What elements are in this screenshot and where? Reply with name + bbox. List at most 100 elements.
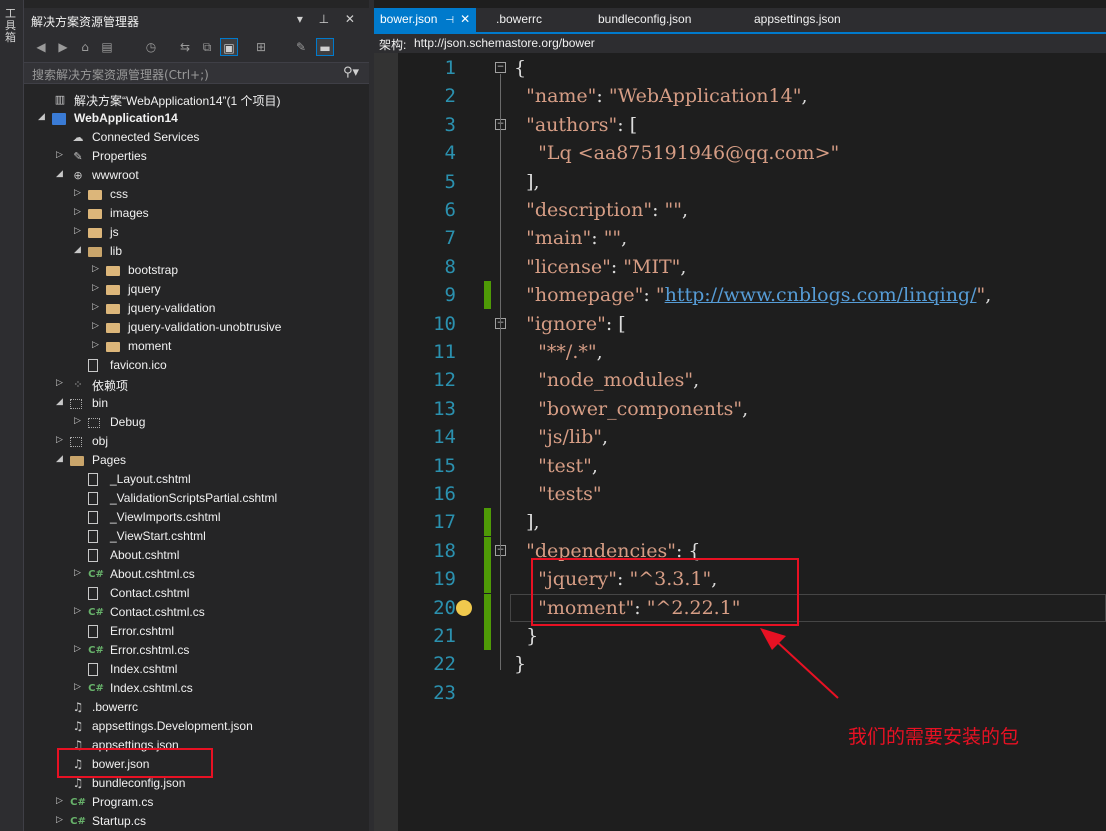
- home-icon[interactable]: ⌂: [76, 38, 94, 56]
- tree-item[interactable]: ◢ bin: [24, 394, 369, 413]
- code-line[interactable]: "test",: [514, 452, 598, 480]
- expand-arrow-icon[interactable]: ▷: [74, 207, 84, 217]
- tree-item[interactable]: About.cshtml: [24, 546, 369, 565]
- code-line[interactable]: "js/lib",: [514, 423, 608, 451]
- pin-icon[interactable]: ⊣: [445, 15, 454, 26]
- expand-arrow-icon[interactable]: ▷: [92, 283, 102, 293]
- collapse-arrow-icon[interactable]: ◢: [56, 169, 66, 179]
- tab-label[interactable]: .bowerrc: [496, 12, 542, 26]
- tree-item[interactable]: ▷ jquery-validation: [24, 299, 369, 318]
- code-line[interactable]: {: [514, 54, 526, 82]
- code-line[interactable]: "name": "WebApplication14",: [514, 82, 807, 110]
- tree-item[interactable]: ◢ ⊕ wwwroot: [24, 166, 369, 185]
- sync-icon[interactable]: ⇆: [176, 38, 194, 56]
- tab-bower-json[interactable]: bower.json ⊣ ✕: [374, 8, 477, 32]
- code-line[interactable]: ],: [514, 168, 539, 196]
- tree-item[interactable]: ♫ .bowerrc: [24, 698, 369, 717]
- tree-item[interactable]: Error.cshtml: [24, 622, 369, 641]
- collapse-arrow-icon[interactable]: ◢: [38, 112, 48, 122]
- pending-changes-icon[interactable]: ⊞: [252, 38, 270, 56]
- back-icon[interactable]: ◀: [32, 38, 50, 56]
- explorer-search[interactable]: 搜索解决方案资源管理器(Ctrl+;) ⚲▾: [24, 62, 369, 84]
- code-line[interactable]: "Lq <aa875191946@qq.com>": [514, 139, 839, 167]
- close-icon[interactable]: ✕: [460, 12, 470, 26]
- expand-arrow-icon[interactable]: ▷: [92, 264, 102, 274]
- code-line[interactable]: "description": "",: [514, 196, 688, 224]
- expand-arrow-icon[interactable]: ▷: [74, 226, 84, 236]
- code-area[interactable]: 1−{2 "name": "WebApplication14",3− "auth…: [374, 53, 1106, 831]
- tree-item[interactable]: ▷ ✎ Properties: [24, 147, 369, 166]
- expand-arrow-icon[interactable]: ▷: [74, 682, 84, 692]
- tree-item[interactable]: ♫ appsettings.Development.json: [24, 717, 369, 736]
- expand-arrow-icon[interactable]: ▷: [74, 644, 84, 654]
- tab-appsettings-json[interactable]: appsettings.json: [748, 8, 847, 32]
- expand-arrow-icon[interactable]: ▷: [92, 340, 102, 350]
- toolbox-strip[interactable]: 工具箱: [0, 0, 24, 831]
- tree-item[interactable]: ▥ 解决方案“WebApplication14”(1 个项目): [24, 90, 369, 109]
- code-line[interactable]: "**/.*",: [514, 338, 602, 366]
- expand-arrow-icon[interactable]: ▷: [92, 302, 102, 312]
- expand-arrow-icon[interactable]: ▷: [74, 188, 84, 198]
- tree-item[interactable]: _Layout.cshtml: [24, 470, 369, 489]
- tree-item[interactable]: ◢ Pages: [24, 451, 369, 470]
- expand-arrow-icon[interactable]: ▷: [56, 815, 66, 825]
- collapse-arrow-icon[interactable]: ◢: [56, 397, 66, 407]
- expand-arrow-icon[interactable]: ▷: [74, 606, 84, 616]
- expand-arrow-icon[interactable]: ▷: [56, 796, 66, 806]
- preview-selected-icon[interactable]: ▬: [316, 38, 334, 56]
- tree-item[interactable]: ▷ C# Program.cs: [24, 793, 369, 812]
- tree-item[interactable]: _ValidationScriptsPartial.cshtml: [24, 489, 369, 508]
- tree-item[interactable]: ▷ C# Index.cshtml.cs: [24, 679, 369, 698]
- tree-item[interactable]: ◢ lib: [24, 242, 369, 261]
- tree-item[interactable]: ▷ C# About.cshtml.cs: [24, 565, 369, 584]
- collapse-all-icon[interactable]: ⧉: [198, 38, 216, 56]
- history-icon[interactable]: ◷: [142, 38, 160, 56]
- properties-wrench-icon[interactable]: ✎: [292, 38, 310, 56]
- code-line[interactable]: "main": "",: [514, 224, 627, 252]
- tree-item[interactable]: ▷ obj: [24, 432, 369, 451]
- explorer-window-controls[interactable]: ▾ ⊥ ✕: [297, 12, 361, 26]
- code-line[interactable]: "homepage": "http://www.cnblogs.com/linq…: [514, 281, 991, 309]
- tree-item[interactable]: ▷ C# Error.cshtml.cs: [24, 641, 369, 660]
- tab-label[interactable]: bundleconfig.json: [598, 12, 691, 26]
- toolbox-label[interactable]: 工具箱: [5, 8, 19, 44]
- tree-item[interactable]: Contact.cshtml: [24, 584, 369, 603]
- expand-arrow-icon[interactable]: ▷: [92, 321, 102, 331]
- tree-item[interactable]: favicon.ico: [24, 356, 369, 375]
- expand-arrow-icon[interactable]: ▷: [56, 150, 66, 160]
- expand-arrow-icon[interactable]: ▷: [74, 568, 84, 578]
- tree-item[interactable]: _ViewImports.cshtml: [24, 508, 369, 527]
- tree-item[interactable]: ◢ WebApplication14: [24, 109, 369, 128]
- tree-item[interactable]: ▷ js: [24, 223, 369, 242]
- code-line[interactable]: "bower_components",: [514, 395, 748, 423]
- tree-item[interactable]: ▷ images: [24, 204, 369, 223]
- switch-views-icon[interactable]: ▤: [98, 38, 116, 56]
- search-icon[interactable]: ⚲▾: [343, 65, 359, 80]
- code-line[interactable]: "authors": [: [514, 111, 637, 139]
- tree-item[interactable]: ▷ moment: [24, 337, 369, 356]
- tab-bundleconfig-json[interactable]: bundleconfig.json: [592, 8, 697, 32]
- tree-item[interactable]: ▷ jquery-validation-unobtrusive: [24, 318, 369, 337]
- tree-item[interactable]: Index.cshtml: [24, 660, 369, 679]
- tree-item[interactable]: ▷ jquery: [24, 280, 369, 299]
- tab-bowerrc[interactable]: .bowerrc: [490, 8, 548, 32]
- explorer-search-placeholder[interactable]: 搜索解决方案资源管理器(Ctrl+;): [32, 66, 209, 83]
- tree-item[interactable]: ▷ ⁘ 依赖项: [24, 375, 369, 394]
- forward-icon[interactable]: ▶: [54, 38, 72, 56]
- schema-url[interactable]: http://json.schemastore.org/bower: [414, 36, 595, 50]
- code-line[interactable]: "tests": [514, 480, 602, 508]
- collapse-arrow-icon[interactable]: ◢: [56, 454, 66, 464]
- expand-arrow-icon[interactable]: ▷: [56, 378, 66, 388]
- tree-item[interactable]: _ViewStart.cshtml: [24, 527, 369, 546]
- collapse-icon[interactable]: −: [495, 62, 506, 73]
- tab-label[interactable]: bower.json: [380, 12, 437, 26]
- expand-arrow-icon[interactable]: ▷: [74, 416, 84, 426]
- tree-item[interactable]: ▷ bootstrap: [24, 261, 369, 280]
- code-line[interactable]: }: [514, 622, 538, 650]
- tree-item[interactable]: ▷ Debug: [24, 413, 369, 432]
- tree-item[interactable]: ☁ Connected Services: [24, 128, 369, 147]
- expand-arrow-icon[interactable]: ▷: [56, 435, 66, 445]
- code-line[interactable]: }: [514, 650, 526, 678]
- lightbulb-icon[interactable]: [456, 599, 472, 616]
- code-line[interactable]: "license": "MIT",: [514, 253, 686, 281]
